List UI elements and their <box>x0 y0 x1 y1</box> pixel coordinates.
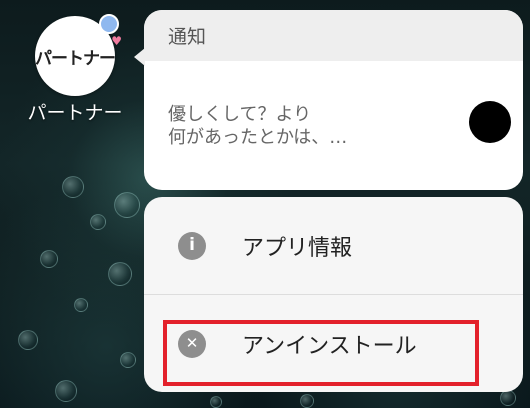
wallpaper-bubble <box>90 214 106 230</box>
wallpaper-bubble <box>210 396 222 408</box>
wallpaper-bubble <box>18 330 38 350</box>
close-circle-icon: ✕ <box>178 329 206 358</box>
app-logo-text: パートナー <box>35 48 116 69</box>
notification-header-title: 通知 <box>168 26 207 48</box>
wallpaper-bubble <box>300 394 314 408</box>
wallpaper-bubble <box>40 250 58 268</box>
notification-body[interactable]: 優しくして？より 何があったとかは、… <box>144 61 523 190</box>
notification-avatar <box>469 101 511 143</box>
wallpaper-bubble <box>114 192 140 218</box>
notification-message: 優しくして？より 何があったとかは、… <box>168 103 499 149</box>
uninstall-label: アンインストール <box>242 333 417 359</box>
notification-message-line: 優しくして？より <box>168 104 312 125</box>
app-shortcut-menu: i アプリ情報 ✕ アンインストール <box>144 197 523 392</box>
wallpaper-bubble <box>500 390 516 406</box>
wallpaper-bubble <box>120 352 136 368</box>
app-info-label: アプリ情報 <box>242 235 353 261</box>
wallpaper-bubble <box>55 380 77 402</box>
app-info-menu-item[interactable]: i アプリ情報 <box>144 197 523 294</box>
heart-icon: ♥ <box>111 33 122 48</box>
uninstall-menu-item[interactable]: ✕ アンインストール <box>144 295 523 392</box>
notification-badge-dot <box>99 14 119 34</box>
wallpaper-bubble <box>62 176 84 198</box>
notification-header: 通知 <box>144 10 523 61</box>
notification-card[interactable]: 通知 優しくして？より 何があったとかは、… <box>134 10 523 190</box>
notification-message-line: 何があったとかは、… <box>168 127 348 148</box>
wallpaper-bubble <box>108 262 132 286</box>
wallpaper-bubble <box>74 298 88 312</box>
app-logo: パートナー ♥ <box>35 34 122 69</box>
app-name-label: パートナー <box>27 102 123 124</box>
info-icon: i <box>178 231 206 260</box>
